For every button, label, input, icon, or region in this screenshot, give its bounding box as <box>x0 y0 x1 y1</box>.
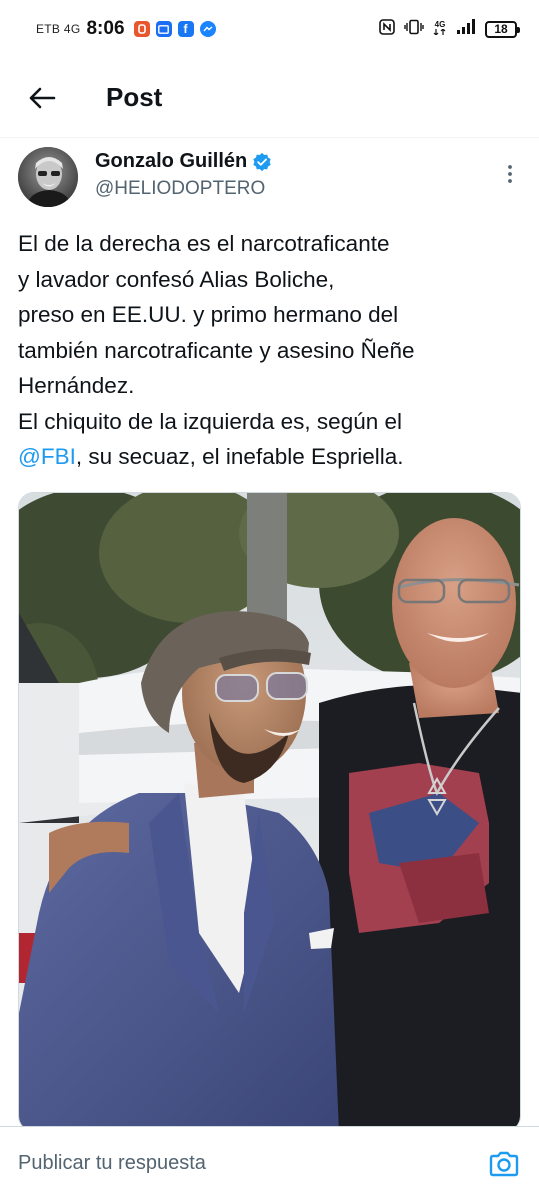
post-text-line: El chiquito de la izquierda es, según el <box>18 408 402 434</box>
back-button[interactable] <box>18 74 66 122</box>
message-notification-icon <box>155 21 172 37</box>
page-title: Post <box>106 82 163 112</box>
post-text: El de la derecha es el narcotraficante y… <box>18 226 526 475</box>
more-options-button[interactable] <box>497 161 523 187</box>
author-name[interactable]: Gonzalo Guillén <box>95 150 247 173</box>
post-text-line: también narcotraficante y asesino Ñeñe <box>18 337 415 363</box>
signal-icon <box>456 18 476 40</box>
network-type: 4G <box>433 21 447 37</box>
arrow-left-icon <box>29 87 56 108</box>
facebook-notification-icon: f <box>177 21 194 37</box>
nfc-icon <box>379 18 395 40</box>
page-header: Post <box>0 58 539 138</box>
more-vertical-icon <box>508 165 512 183</box>
post-text-line: preso en EE.UU. y primo hermano del <box>18 302 399 327</box>
avatar[interactable] <box>18 147 78 207</box>
carrier-label: ETB 4G <box>36 22 81 36</box>
post-text-tail: , su secuaz, el inefable Espriella. <box>75 444 404 469</box>
verified-badge-icon <box>253 152 271 171</box>
post-text-line-last: @FBI, su secuaz, el inefable Espriella. <box>18 439 526 475</box>
mention-link[interactable]: @FBI <box>18 444 76 469</box>
vibrate-icon <box>404 19 424 40</box>
status-time: 8:06 <box>86 18 125 39</box>
author-handle[interactable]: @HELIODOPTERO <box>95 178 272 200</box>
status-bar: ETB 4G 8:06 f 4G 18 <box>0 0 539 58</box>
reply-bar: Publicar tu respuesta <box>0 1126 539 1200</box>
camera-icon <box>489 1151 519 1176</box>
post-text-line: y lavador confesó Alias Boliche, <box>18 266 335 292</box>
post-image[interactable] <box>18 492 521 1132</box>
reply-input[interactable]: Publicar tu respuesta <box>18 1152 487 1175</box>
battery-indicator: 18 <box>485 20 520 38</box>
app-notification-icon <box>133 21 150 37</box>
network-label: 4G <box>434 20 446 29</box>
post-author: Gonzalo Guillén @HELIODOPTERO <box>18 147 523 213</box>
messenger-notification-icon <box>199 21 216 37</box>
camera-button[interactable] <box>487 1147 521 1181</box>
post-text-line: El de la derecha es el narcotraficante <box>18 231 390 256</box>
post-text-line: Hernández. <box>18 373 135 398</box>
